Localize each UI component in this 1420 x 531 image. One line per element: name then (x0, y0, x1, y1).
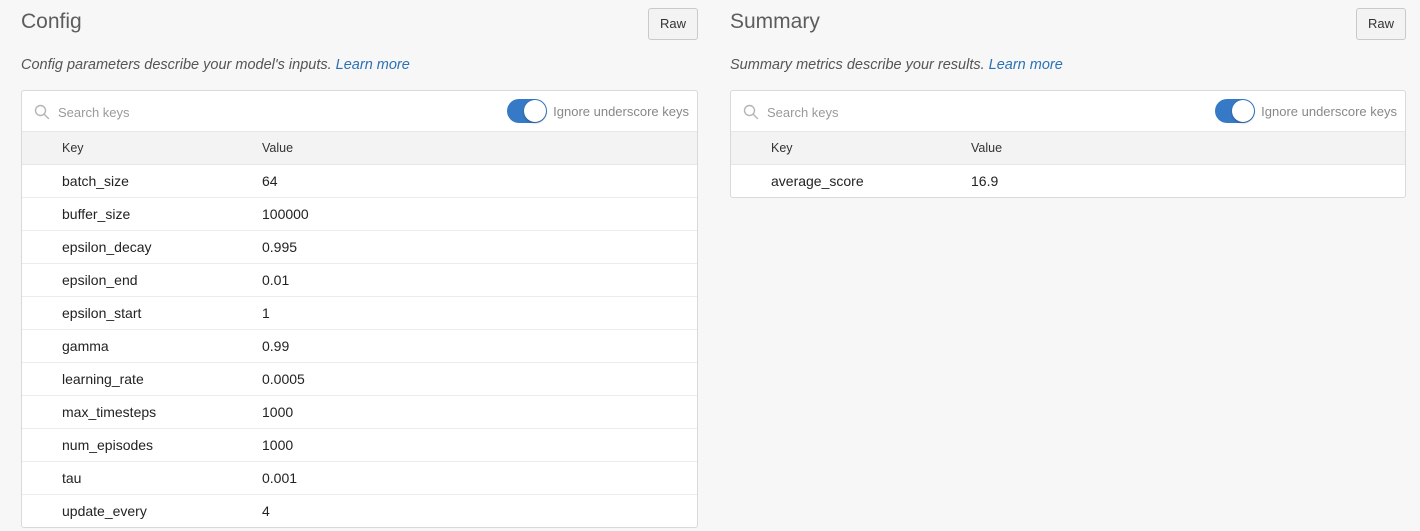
table-row: learning_rate 0.0005 (22, 363, 697, 396)
table-row: max_timesteps 1000 (22, 396, 697, 429)
table-row: tau 0.001 (22, 462, 697, 495)
row-value: 0.99 (262, 338, 290, 354)
row-value: 1000 (262, 404, 294, 420)
table-row: gamma 0.99 (22, 330, 697, 363)
row-value: 1 (262, 305, 270, 321)
summary-description-text: Summary metrics describe your results. (730, 57, 989, 73)
summary-search-row: Ignore underscore keys (731, 91, 1405, 132)
table-row: buffer_size 100000 (22, 198, 697, 231)
summary-title: Summary (730, 10, 820, 33)
row-key: tau (62, 470, 82, 486)
summary-ignore-underscore: Ignore underscore keys (1215, 99, 1397, 123)
summary-rows: average_score 16.9 (731, 165, 1405, 197)
summary-search-input[interactable] (765, 100, 1069, 124)
row-key: max_timesteps (62, 404, 157, 420)
summary-table: Ignore underscore keys Key Value average… (730, 90, 1406, 198)
row-value: 0.01 (262, 272, 290, 288)
summary-description: Summary metrics describe your results. L… (730, 55, 1406, 75)
table-row: epsilon_end 0.01 (22, 264, 697, 297)
row-key: epsilon_start (62, 305, 142, 321)
row-key: epsilon_decay (62, 239, 152, 255)
summary-raw-button[interactable]: Raw (1356, 8, 1406, 40)
summary-col-key: Key (771, 141, 793, 155)
row-key: epsilon_end (62, 272, 138, 288)
table-row: average_score 16.9 (731, 165, 1405, 197)
table-row: num_episodes 1000 (22, 429, 697, 462)
config-rows: batch_size 64 buffer_size 100000 epsilon_dec… (22, 165, 697, 527)
row-key: batch_size (62, 173, 129, 189)
config-table-header: Key Value (22, 132, 697, 165)
summary-table-header: Key Value (731, 132, 1405, 165)
summary-toggle-label: Ignore underscore keys (1261, 103, 1397, 119)
row-key: learning_rate (62, 371, 144, 387)
row-value: 64 (262, 173, 278, 189)
config-col-key: Key (62, 141, 84, 155)
summary-panel: Summary Raw Summary metrics describe you… (730, 0, 1406, 198)
config-search-input[interactable] (56, 100, 360, 124)
summary-col-value: Value (971, 141, 1003, 155)
toggle-knob (524, 100, 547, 122)
row-key: gamma (62, 338, 109, 354)
row-value: 1000 (262, 437, 294, 453)
row-value: 100000 (262, 206, 309, 222)
search-icon (34, 104, 50, 120)
config-panel: Config Raw Config parameters describe yo… (21, 0, 698, 528)
table-row: epsilon_decay 0.995 (22, 231, 697, 264)
config-title: Config (21, 10, 82, 33)
summary-header: Summary Raw (730, 0, 1406, 46)
row-key: update_every (62, 503, 147, 519)
row-key: average_score (771, 173, 864, 189)
config-ignore-underscore-toggle[interactable] (507, 99, 548, 123)
toggle-knob (1232, 100, 1255, 122)
config-table: Ignore underscore keys Key Value batch_s… (21, 90, 698, 528)
table-row: batch_size 64 (22, 165, 697, 198)
summary-learn-more-link[interactable]: Learn more (989, 57, 1063, 73)
config-description-text: Config parameters describe your model's … (21, 57, 336, 73)
config-raw-button[interactable]: Raw (648, 8, 698, 40)
summary-ignore-underscore-toggle[interactable] (1215, 99, 1256, 123)
config-header: Config Raw (21, 0, 698, 46)
row-key: buffer_size (62, 206, 131, 222)
row-value: 0.0005 (262, 371, 305, 387)
config-ignore-underscore: Ignore underscore keys (507, 99, 689, 123)
row-value: 16.9 (971, 173, 999, 189)
config-description: Config parameters describe your model's … (21, 55, 698, 75)
row-value: 0.995 (262, 239, 298, 255)
config-search-row: Ignore underscore keys (22, 91, 697, 132)
row-value: 4 (262, 503, 270, 519)
config-toggle-label: Ignore underscore keys (553, 103, 689, 119)
row-key: num_episodes (62, 437, 154, 453)
table-row: epsilon_start 1 (22, 297, 697, 330)
row-value: 0.001 (262, 470, 298, 486)
search-icon (743, 104, 759, 120)
config-learn-more-link[interactable]: Learn more (336, 57, 410, 73)
table-row: update_every 4 (22, 495, 697, 527)
config-col-value: Value (262, 141, 294, 155)
